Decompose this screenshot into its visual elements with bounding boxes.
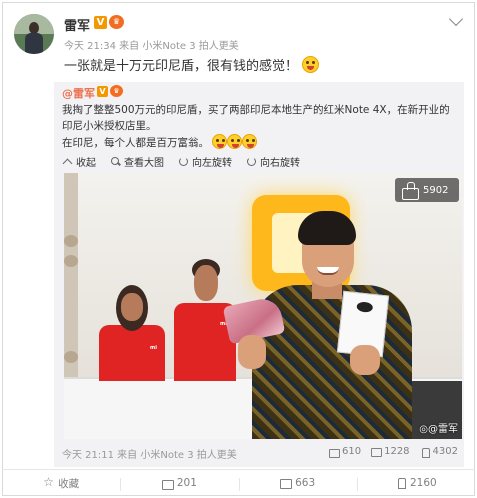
original-like-button[interactable]: 4302: [420, 446, 458, 458]
post-text: 一张就是十万元印尼盾，很有钱的感觉！: [64, 55, 320, 74]
photo-watermark: ◎@雷军: [419, 420, 458, 435]
watermark-text: @雷军: [428, 424, 458, 435]
comment-button[interactable]: 663: [238, 477, 357, 491]
vip-crown-icon[interactable]: ♛: [109, 15, 124, 29]
share-icon: [161, 478, 174, 490]
photo-like-button[interactable]: 5902: [395, 178, 459, 202]
photo-like-count: 5902: [423, 184, 449, 196]
view-large-button[interactable]: 查看大图: [110, 154, 164, 169]
original-share-button[interactable]: 610: [329, 446, 362, 458]
original-post-meta: 今天 21:11 来自 小米Note 3 拍人更美: [62, 450, 237, 461]
grinning-emoji-icon: [227, 134, 243, 149]
collapse-button[interactable]: 收起: [62, 154, 96, 169]
collapse-label: 收起: [76, 158, 96, 169]
avatar[interactable]: [14, 14, 54, 54]
collapse-icon: [62, 156, 73, 167]
like-count: 2160: [410, 477, 437, 489]
phone-box-logo: [356, 301, 374, 313]
post-action-bar: 收藏 201 663 2160: [2, 469, 475, 496]
left-hand: [238, 335, 266, 369]
favorite-label: 收藏: [58, 477, 80, 490]
original-like-count: 4302: [432, 446, 458, 457]
thumbs-up-icon: [401, 181, 419, 200]
rotate-right-label: 向右旋转: [260, 158, 300, 169]
shelf-item: [64, 235, 78, 247]
original-post-stats: 610 1228 4302: [329, 446, 458, 458]
shelf-item: [64, 351, 78, 363]
avatar-body: [25, 33, 43, 54]
share-count: 201: [176, 477, 197, 489]
rotate-left-icon: [178, 156, 189, 167]
share-button[interactable]: 201: [120, 477, 238, 491]
image-actions: 收起 查看大图 向左旋转 向右旋转: [62, 154, 300, 169]
rotate-right-button[interactable]: 向右旋转: [246, 154, 300, 169]
original-author-link[interactable]: @雷军: [62, 85, 95, 101]
man-hair: [298, 211, 356, 245]
star-icon: [43, 475, 54, 489]
rotate-right-icon: [246, 156, 257, 167]
weibo-logo-icon: ◎: [419, 424, 428, 435]
view-large-label: 查看大图: [124, 158, 164, 169]
right-hand: [350, 345, 380, 375]
like-icon: [420, 447, 430, 458]
grinning-emoji-icon: [302, 56, 320, 73]
rotate-left-button[interactable]: 向左旋转: [178, 154, 232, 169]
original-comment-count: 1228: [384, 446, 410, 457]
staff-shirt: [99, 325, 165, 381]
grinning-emoji-icon: [212, 134, 228, 149]
original-post-text: 我掏了整整500万元的印尼盾，买了两部印尼本地生产的红米Note 4X，在新开业…: [62, 104, 450, 132]
like-button[interactable]: 2160: [356, 477, 475, 491]
staff-face: [194, 265, 218, 301]
reposted-weibo: @雷军 V ♛ 我掏了整整500万元的印尼盾，买了两部印尼本地生产的红米Note…: [54, 82, 464, 467]
post-text-content: 一张就是十万元印尼盾，很有钱的感觉！: [64, 59, 299, 74]
comment-count: 663: [295, 477, 316, 489]
share-icon: [329, 447, 340, 458]
post-photo[interactable]: mi mi 5902 ◎@雷军: [64, 173, 462, 439]
staff-face: [121, 293, 143, 321]
staff-shirt-logo: mi: [150, 345, 157, 351]
post-meta: 今天 21:34 来自 小米Note 3 拍人更美: [64, 41, 239, 52]
like-icon: [395, 477, 406, 489]
verified-badge-icon[interactable]: V: [97, 86, 108, 97]
comment-icon: [371, 447, 383, 457]
author-name[interactable]: 雷军: [64, 15, 90, 34]
favorite-button[interactable]: 收藏: [2, 475, 120, 491]
vip-crown-icon[interactable]: ♛: [110, 85, 123, 97]
rotate-left-label: 向左旋转: [192, 158, 232, 169]
shelf-item: [64, 255, 78, 267]
original-comment-button[interactable]: 1228: [371, 446, 410, 457]
original-post-text-content: 在印尼，每个人都是百万富翁。: [62, 137, 209, 149]
grinning-emoji-icon: [242, 134, 258, 149]
comment-icon: [280, 478, 293, 489]
magnifier-icon: [110, 156, 121, 167]
original-post-text-line2: 在印尼，每个人都是百万富翁。: [62, 134, 258, 151]
original-share-count: 610: [342, 446, 362, 457]
verified-badge-icon[interactable]: V: [94, 16, 107, 29]
